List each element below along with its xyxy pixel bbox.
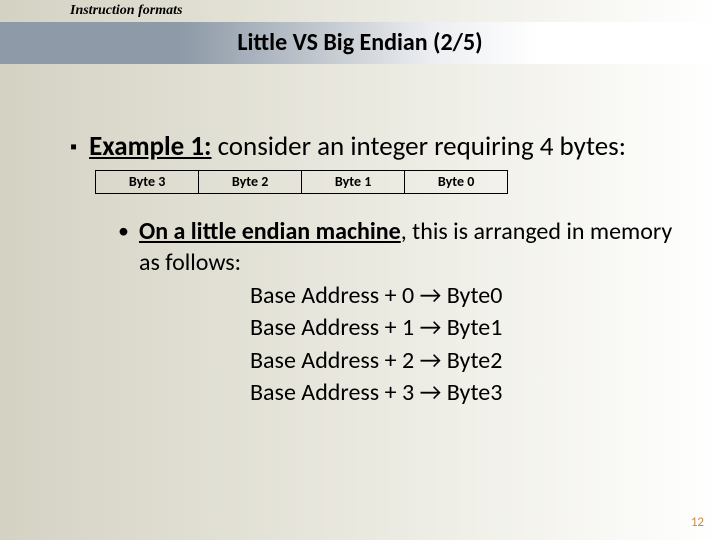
sub-bullet: • On a little endian machine, this is ar… [118, 216, 680, 278]
slide-title: Little VS Big Endian (2/5) [0, 28, 720, 57]
mapping-line: Base Address + 0 → Byte0 [250, 280, 680, 312]
square-bullet-icon: ▪︎ [70, 130, 77, 164]
byte-cell: Byte 3 [95, 170, 199, 194]
sub-bullet-text: On a little endian machine, this is arra… [139, 216, 680, 278]
main-bullet: ▪︎ Example 1: consider an integer requir… [70, 130, 680, 198]
byte-cell: Byte 2 [198, 170, 302, 194]
example-rest: consider an integer requiring 4 bytes: [212, 130, 626, 163]
dot-bullet-icon: • [118, 216, 129, 246]
mapping-line: Base Address + 1 → Byte1 [250, 312, 680, 344]
page-number: 12 [691, 515, 704, 530]
mapping-list: Base Address + 0 → Byte0 Base Address + … [250, 280, 680, 410]
mapping-line: Base Address + 2 → Byte2 [250, 345, 680, 377]
section-header: Instruction formats [70, 3, 182, 19]
content-area: ▪︎ Example 1: consider an integer requir… [70, 130, 680, 409]
byte-cell: Byte 0 [404, 170, 508, 194]
mapping-line: Base Address + 3 → Byte3 [250, 377, 680, 409]
example-label: Example 1: [89, 130, 211, 163]
byte-row: Byte 3 Byte 2 Byte 1 Byte 0 [95, 170, 508, 194]
main-bullet-text: Example 1: consider an integer requiring… [89, 130, 680, 198]
sub-bullet-emph: On a little endian machine [139, 217, 401, 246]
byte-cell: Byte 1 [301, 170, 405, 194]
